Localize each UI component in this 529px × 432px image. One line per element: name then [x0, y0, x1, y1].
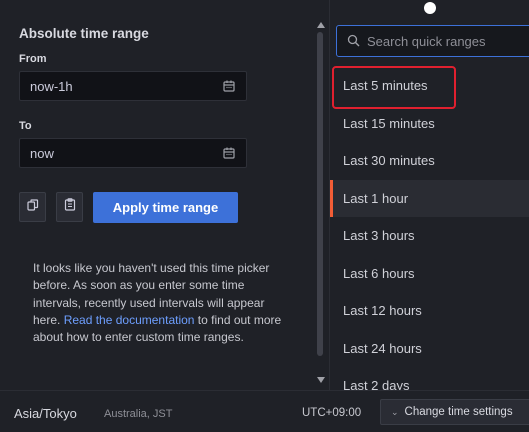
documentation-link[interactable]: Read the documentation — [64, 313, 195, 327]
paste-range-button[interactable] — [56, 192, 83, 222]
copy-range-button[interactable] — [19, 192, 46, 222]
scrollbar-thumb[interactable] — [317, 32, 323, 356]
quick-range-item[interactable]: Last 15 minutes — [330, 105, 529, 143]
scrollbar[interactable] — [315, 32, 325, 376]
quick-range-item[interactable]: Last 1 hour — [330, 179, 529, 217]
calendar-icon[interactable] — [212, 72, 246, 100]
absolute-range-title: Absolute time range — [19, 26, 149, 41]
to-input[interactable]: now — [30, 146, 54, 161]
quick-range-item[interactable]: Last 12 hours — [330, 292, 529, 330]
cursor-indicator — [424, 2, 436, 14]
search-placeholder: Search quick ranges — [367, 34, 486, 49]
scroll-down-arrow[interactable] — [317, 377, 325, 383]
apply-time-range-button[interactable]: Apply time range — [93, 192, 238, 223]
utc-offset: UTC+09:00 — [302, 407, 362, 419]
help-text: It looks like you haven't used this time… — [33, 260, 295, 346]
search-icon — [347, 34, 360, 52]
quick-range-item[interactable]: Last 2 days — [330, 367, 529, 390]
calendar-icon[interactable] — [212, 139, 246, 167]
quick-range-item[interactable]: Last 30 minutes — [330, 142, 529, 180]
scroll-up-arrow[interactable] — [317, 22, 325, 28]
time-picker: Absolute time range From now-1h To now A… — [0, 0, 529, 432]
quick-range-item[interactable]: Last 24 hours — [330, 330, 529, 368]
search-quick-ranges-input[interactable]: Search quick ranges — [336, 25, 529, 57]
timezone-name: Asia/Tokyo — [14, 406, 77, 421]
from-label: From — [19, 53, 47, 65]
change-time-settings-button[interactable]: ⌄ Change time settings — [380, 399, 529, 425]
clipboard-icon — [64, 198, 76, 216]
chevron-down-icon: ⌄ — [391, 406, 399, 417]
change-time-settings-label: Change time settings — [404, 406, 513, 418]
highlight-box — [332, 66, 456, 109]
picker-footer: Asia/Tokyo Australia, JST UTC+09:00 ⌄ Ch… — [0, 390, 529, 432]
timezone-detail: Australia, JST — [104, 408, 173, 420]
absolute-range-panel: Absolute time range From now-1h To now A… — [0, 0, 313, 390]
quick-range-item[interactable]: Last 6 hours — [330, 255, 529, 293]
to-label: To — [19, 120, 32, 132]
from-field[interactable]: now-1h — [19, 71, 247, 101]
quick-range-item[interactable]: Last 3 hours — [330, 217, 529, 255]
from-input[interactable]: now-1h — [30, 79, 73, 94]
quick-range-list: Last 5 minutes Last 15 minutes Last 30 min… — [330, 67, 529, 390]
copy-icon — [26, 198, 39, 216]
to-field[interactable]: now — [19, 138, 247, 168]
quick-ranges-panel: Search quick ranges Last 5 minutes Last 1… — [330, 0, 529, 390]
